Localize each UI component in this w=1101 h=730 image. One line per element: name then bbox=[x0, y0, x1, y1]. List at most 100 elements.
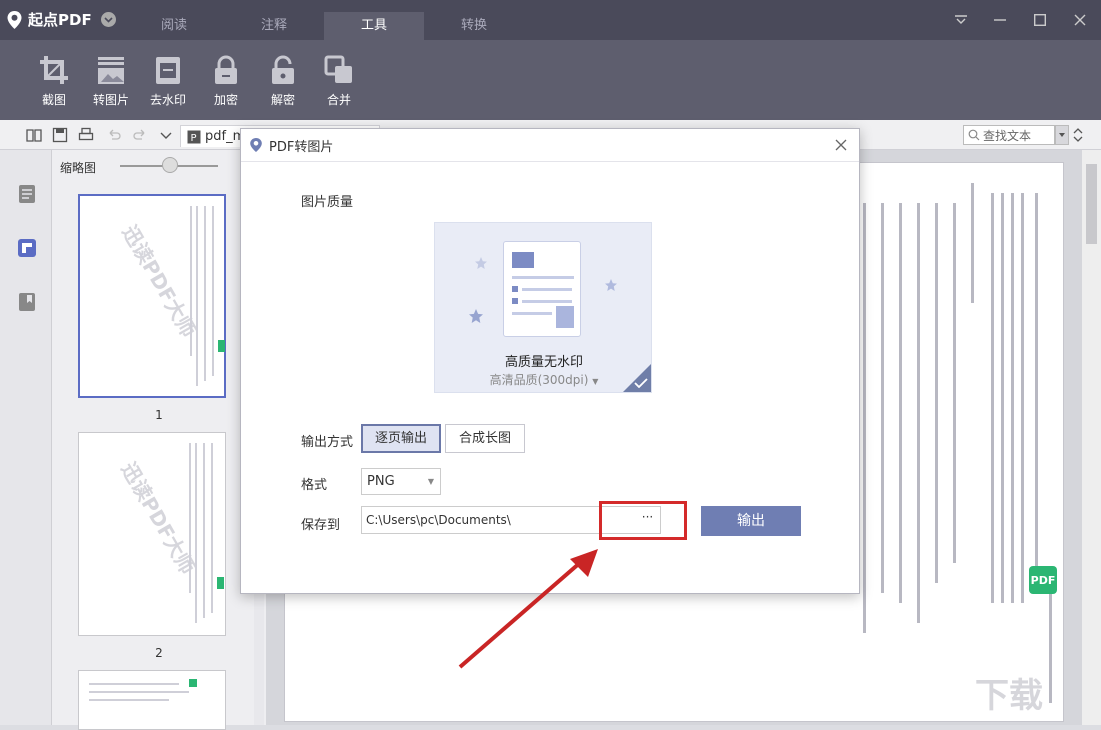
sidebar-rail bbox=[0, 150, 52, 725]
remove-watermark-tool-button[interactable]: 去水印 bbox=[141, 54, 195, 108]
quality-subtitle-text: 高清品质(300dpi) bbox=[489, 373, 589, 387]
undo-icon[interactable] bbox=[106, 127, 122, 143]
decrypt-label: 解密 bbox=[270, 93, 295, 107]
text-line bbox=[917, 203, 920, 623]
main-tabs: 阅读 注释 工具 转换 bbox=[124, 12, 524, 40]
image-convert-icon bbox=[98, 57, 124, 84]
text-line bbox=[1001, 193, 1004, 603]
convert-image-tool-button[interactable]: 转图片 bbox=[84, 54, 138, 108]
vertical-scrollbar[interactable] bbox=[1082, 150, 1101, 725]
format-value: PNG bbox=[367, 474, 395, 489]
thumbnail-page-number: 1 bbox=[155, 408, 163, 422]
print-icon[interactable] bbox=[78, 127, 94, 143]
text-line bbox=[935, 203, 938, 583]
text-column bbox=[190, 206, 192, 356]
chevron-down-icon[interactable] bbox=[100, 12, 116, 27]
encrypt-tool-button[interactable]: 加密 bbox=[199, 54, 253, 108]
chevron-down-icon[interactable] bbox=[158, 127, 174, 143]
page-thumbnail-2[interactable]: 迅读PDF大师 bbox=[78, 432, 226, 636]
merge-tool-button[interactable]: 合并 bbox=[312, 54, 366, 108]
thumbnail-header: 缩略图 bbox=[52, 150, 266, 184]
text-column bbox=[196, 206, 198, 386]
format-label: 格式 bbox=[301, 478, 328, 493]
encrypt-label: 加密 bbox=[213, 93, 238, 107]
bookmark-panel-icon[interactable] bbox=[17, 292, 37, 312]
tab-tools[interactable]: 工具 bbox=[324, 12, 424, 40]
highlight-box bbox=[599, 501, 687, 540]
text-line bbox=[1049, 593, 1052, 703]
minimize-icon[interactable] bbox=[985, 8, 1015, 32]
tab-read[interactable]: 阅读 bbox=[124, 12, 224, 40]
text-line bbox=[89, 691, 189, 693]
thumbnail-panel: 缩略图 迅读PDF大师 1 迅读PDF大师 2 bbox=[52, 150, 266, 730]
text-line bbox=[881, 203, 884, 593]
text-line bbox=[89, 683, 179, 685]
redo-icon[interactable] bbox=[132, 127, 148, 143]
text-line bbox=[1011, 193, 1014, 603]
decrypt-tool-button[interactable]: 解密 bbox=[256, 54, 310, 108]
caret-down-icon: ▼ bbox=[592, 377, 599, 386]
quality-option-title: 高质量无水印 bbox=[504, 355, 583, 370]
page-thumbnail-3[interactable] bbox=[78, 670, 226, 730]
text-line bbox=[1021, 193, 1024, 603]
text-column bbox=[189, 443, 191, 593]
close-icon[interactable] bbox=[833, 137, 849, 153]
search-input[interactable]: 查找文本 bbox=[963, 125, 1055, 145]
thumbnail-panel-icon[interactable] bbox=[17, 238, 37, 258]
tools-ribbon: 截图 转图片 去水印 加密 解密 合并 bbox=[0, 40, 1101, 120]
page-thumbnail-1[interactable]: 迅读PDF大师 bbox=[78, 194, 226, 398]
quality-option-card[interactable]: 高质量无水印 高清品质(300dpi) ▼ bbox=[434, 222, 652, 393]
output-button[interactable]: 输出 bbox=[701, 506, 801, 536]
convert-image-label: 转图片 bbox=[92, 93, 129, 107]
search-dropdown-button[interactable] bbox=[1055, 125, 1069, 145]
text-line bbox=[991, 193, 994, 603]
outline-icon[interactable] bbox=[17, 184, 37, 204]
remove-watermark-label: 去水印 bbox=[149, 93, 186, 107]
close-icon[interactable] bbox=[1065, 8, 1095, 32]
pdf-to-image-dialog: PDF转图片 图片质量 高质量无水印 高清品质(300dpi) ▼ 输出方式 逐… bbox=[240, 128, 860, 594]
star-icon bbox=[469, 309, 483, 323]
book-icon[interactable] bbox=[26, 127, 42, 143]
text-line bbox=[953, 203, 956, 563]
text-line bbox=[89, 699, 169, 701]
long-image-output-button[interactable]: 合成长图 bbox=[445, 424, 525, 453]
screenshot-tool-button[interactable]: 截图 bbox=[27, 54, 81, 108]
text-line bbox=[971, 183, 974, 303]
output-mode-label: 输出方式 bbox=[301, 435, 354, 450]
star-icon bbox=[475, 257, 487, 269]
pdf-logo-icon: PDF bbox=[1029, 566, 1057, 594]
save-to-label: 保存到 bbox=[301, 518, 341, 533]
per-page-output-button[interactable]: 逐页输出 bbox=[361, 424, 441, 453]
screenshot-label: 截图 bbox=[41, 93, 66, 107]
text-line bbox=[863, 203, 866, 633]
tab-convert[interactable]: 转换 bbox=[424, 12, 524, 40]
text-line bbox=[899, 203, 902, 603]
dialog-title: PDF转图片 bbox=[269, 139, 334, 155]
save-icon[interactable] bbox=[52, 127, 68, 143]
search-navigation-button[interactable] bbox=[1072, 125, 1086, 145]
text-column bbox=[212, 206, 214, 376]
tab-annotate[interactable]: 注释 bbox=[224, 12, 324, 40]
format-select[interactable]: PNG ▼ bbox=[361, 468, 441, 495]
lock-icon bbox=[215, 55, 237, 84]
search-placeholder: 查找文本 bbox=[983, 128, 1032, 143]
merge-icon bbox=[324, 55, 352, 83]
text-column bbox=[211, 443, 213, 613]
app-logo-icon bbox=[7, 10, 22, 29]
scrollbar-thumb[interactable] bbox=[1086, 164, 1097, 244]
quality-option-subtitle[interactable]: 高清品质(300dpi) ▼ bbox=[435, 371, 653, 388]
app-logo[interactable]: 起点PDF bbox=[6, 9, 116, 30]
quality-label: 图片质量 bbox=[301, 195, 354, 210]
text-column bbox=[203, 443, 205, 618]
remove-watermark-icon bbox=[156, 57, 180, 84]
merge-label: 合并 bbox=[326, 93, 351, 107]
dropdown-menu-icon[interactable] bbox=[946, 8, 976, 32]
app-logo-icon bbox=[250, 138, 262, 152]
star-icon bbox=[605, 279, 617, 291]
app-name: 起点PDF bbox=[28, 11, 92, 29]
title-bar: 起点PDF 阅读 注释 工具 转换 bbox=[0, 0, 1101, 40]
checkmark-icon bbox=[634, 378, 648, 388]
pdf-logo-mini bbox=[217, 577, 224, 589]
zoom-slider-handle[interactable] bbox=[162, 157, 178, 173]
maximize-icon[interactable] bbox=[1025, 8, 1055, 32]
